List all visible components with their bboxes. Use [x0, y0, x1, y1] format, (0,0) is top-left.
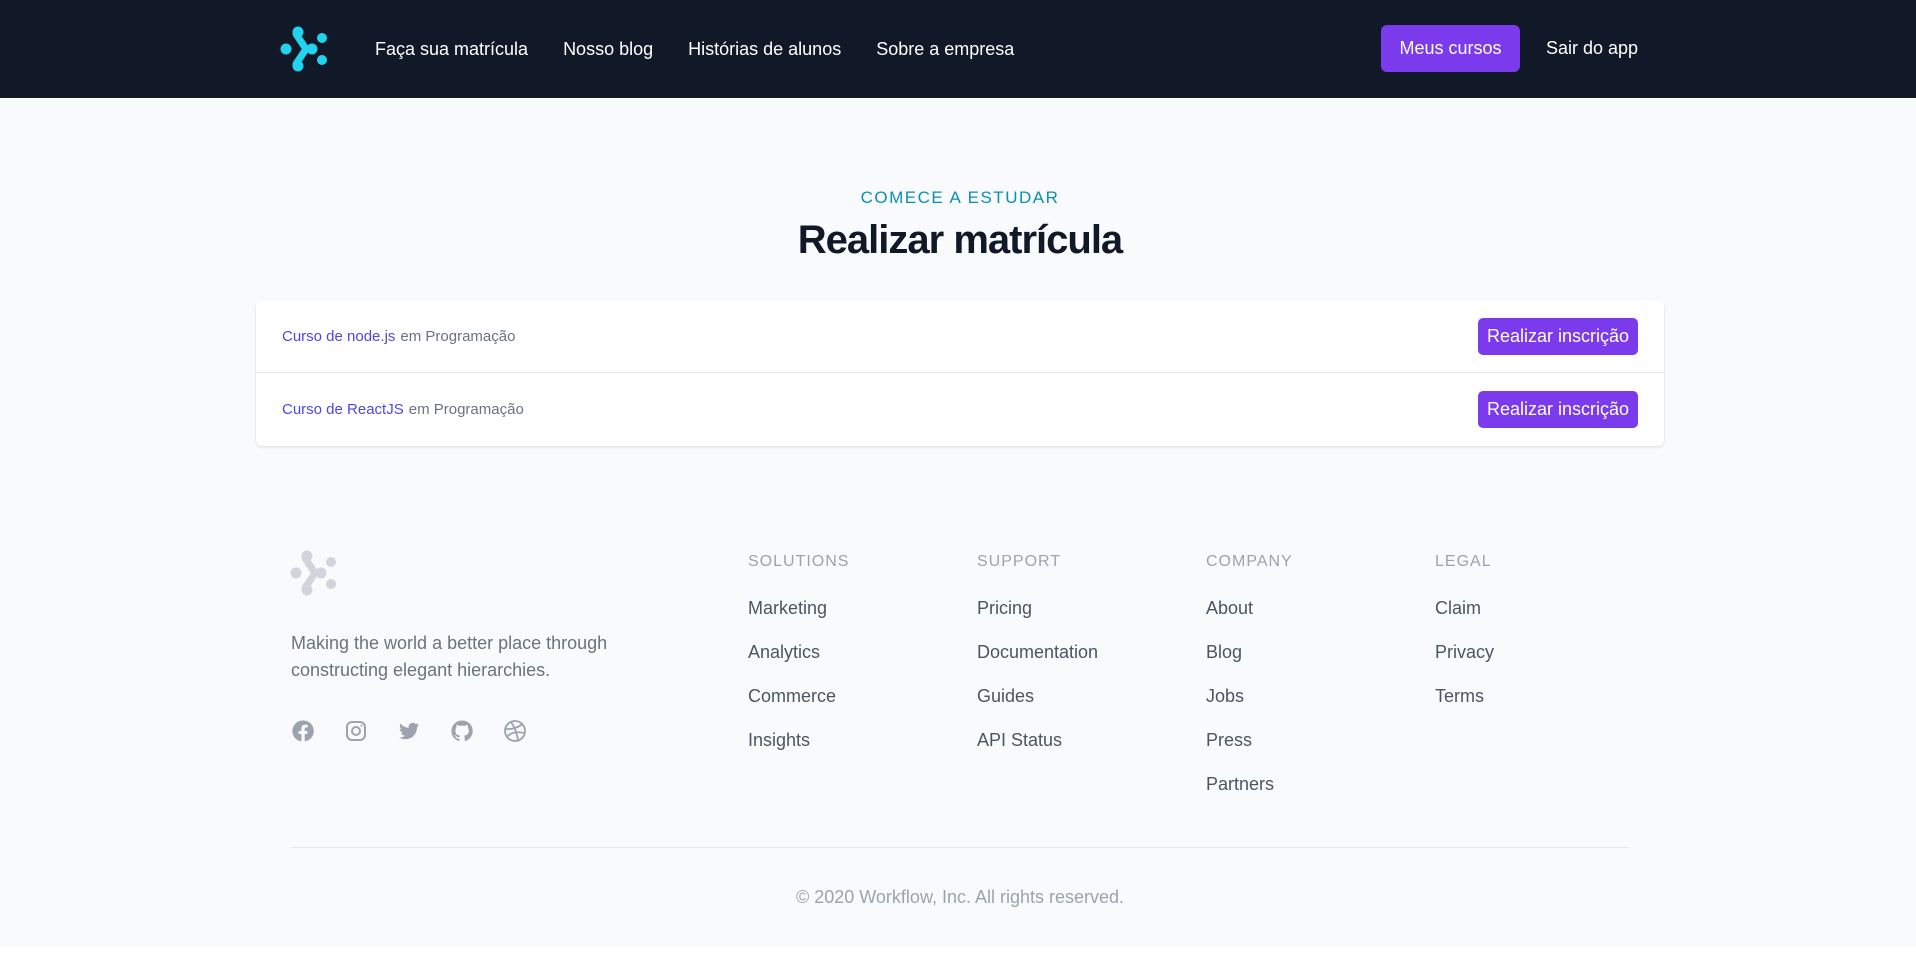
footer-link[interactable]: Pricing — [977, 597, 1098, 619]
top-navbar: Faça sua matrícula Nosso blog Histórias … — [0, 0, 1916, 98]
footer-tagline: Making the world a better place through … — [291, 633, 608, 680]
nav-links: Faça sua matrícula Nosso blog Histórias … — [375, 0, 1049, 98]
realizar-inscricao-button[interactable]: Realizar inscrição — [1478, 318, 1638, 355]
nav-link-matricula[interactable]: Faça sua matrícula — [375, 39, 528, 60]
copyright-text: © 2020 Workflow, Inc. All rights reserve… — [795, 887, 1125, 907]
nav-link-blog[interactable]: Nosso blog — [563, 39, 653, 60]
nav-link-sobre[interactable]: Sobre a empresa — [876, 39, 1014, 60]
footer-link[interactable]: Partners — [1206, 773, 1293, 795]
github-icon[interactable] — [450, 719, 474, 743]
footer-column-title: SUPPORT — [977, 553, 1062, 570]
facebook-icon[interactable] — [291, 719, 315, 743]
footer-column-support: SUPPORT Pricing Documentation Guides API… — [977, 553, 1098, 751]
meus-cursos-button[interactable]: Meus cursos — [1381, 25, 1520, 72]
course-name-link[interactable]: Curso de ReactJS — [282, 401, 404, 418]
course-info: Curso de node.js em Programação — [282, 300, 515, 373]
footer-column-solutions: SOLUTIONS Marketing Analytics Commerce I… — [748, 553, 849, 751]
footer-link[interactable]: Jobs — [1206, 685, 1293, 707]
sair-do-app-link[interactable]: Sair do app — [1546, 25, 1638, 72]
course-list: Curso de node.js em Programação Realizar… — [256, 300, 1664, 446]
footer-link[interactable]: Press — [1206, 729, 1293, 751]
footer-column-legal: LEGAL Claim Privacy Terms — [1435, 553, 1494, 707]
section-eyebrow: COMECE A ESTUDAR — [860, 188, 1060, 207]
footer-link[interactable]: Marketing — [748, 597, 849, 619]
main-content: COMECE A ESTUDAR Realizar matrícula Curs… — [0, 98, 1916, 946]
course-name-link[interactable]: Curso de node.js — [282, 328, 395, 345]
realizar-inscricao-button[interactable]: Realizar inscrição — [1478, 391, 1638, 428]
course-info: Curso de ReactJS em Programação — [282, 373, 524, 446]
workflow-logo-gray-icon — [290, 550, 336, 596]
workflow-logo-icon[interactable] — [280, 26, 330, 72]
footer-column-title: COMPANY — [1206, 553, 1293, 570]
social-links — [291, 719, 556, 743]
nav-link-historias[interactable]: Histórias de alunos — [688, 39, 841, 60]
twitter-icon[interactable] — [397, 719, 421, 743]
footer-column-company: COMPANY About Blog Jobs Press Partners — [1206, 553, 1293, 795]
footer-link[interactable]: Guides — [977, 685, 1098, 707]
footer-link[interactable]: API Status — [977, 729, 1098, 751]
course-category: em Programação — [408, 401, 524, 418]
footer-link[interactable]: Privacy — [1435, 641, 1494, 663]
footer-link[interactable]: Terms — [1435, 685, 1494, 707]
footer-column-title: SOLUTIONS — [748, 553, 850, 570]
footer-link[interactable]: About — [1206, 597, 1293, 619]
footer-link[interactable]: Claim — [1435, 597, 1494, 619]
footer-link[interactable]: Commerce — [748, 685, 849, 707]
dribbble-icon[interactable] — [503, 719, 527, 743]
page-title: Realizar matrícula — [797, 218, 1123, 262]
footer-link[interactable]: Documentation — [977, 641, 1098, 663]
footer-link[interactable]: Insights — [748, 729, 849, 751]
footer-column-title: LEGAL — [1435, 553, 1492, 570]
footer-divider — [291, 847, 1629, 848]
course-row: Curso de ReactJS em Programação Realizar… — [256, 373, 1664, 446]
footer-link[interactable]: Blog — [1206, 641, 1293, 663]
course-category: em Programação — [400, 328, 516, 345]
footer-link[interactable]: Analytics — [748, 641, 849, 663]
instagram-icon[interactable] — [344, 719, 368, 743]
course-row: Curso de node.js em Programação Realizar… — [256, 300, 1664, 373]
